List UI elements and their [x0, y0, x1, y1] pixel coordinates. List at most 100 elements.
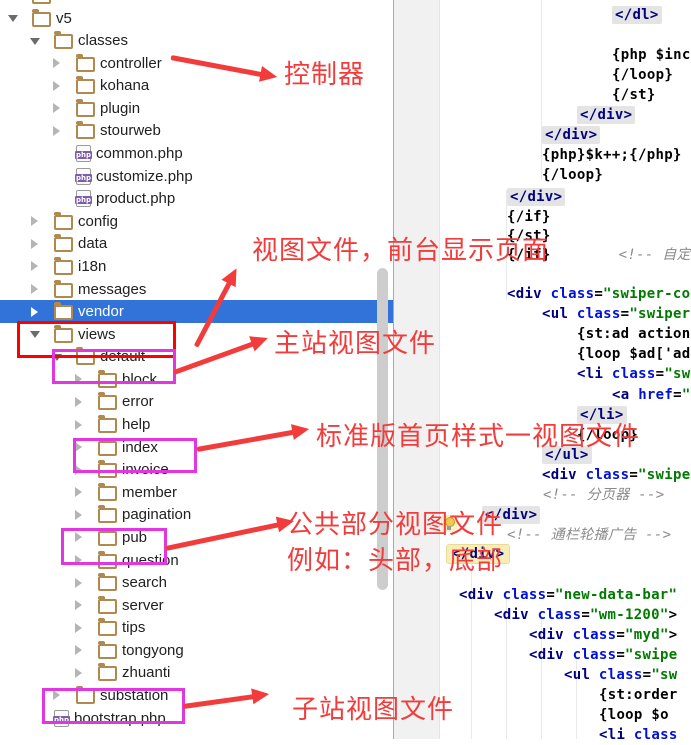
chevron-collapsed-icon[interactable]: [74, 668, 83, 678]
chevron-collapsed-icon[interactable]: [30, 307, 39, 317]
code-line[interactable]: <div class="new-data-bar": [459, 586, 677, 605]
tree-item-stourweb[interactable]: stourweb: [0, 119, 439, 142]
code-line[interactable]: <ul class="sw: [564, 666, 678, 685]
intention-bulb-icon[interactable]: [441, 515, 457, 532]
code-line[interactable]: <div class="swipe: [529, 646, 677, 665]
tree-item-label: v5: [56, 10, 72, 27]
code-line[interactable]: <div class="swipe: [542, 466, 690, 485]
code-line[interactable]: {st:order: [599, 686, 678, 705]
code-line[interactable]: </div>: [507, 188, 565, 207]
chevron-collapsed-icon[interactable]: [74, 397, 83, 407]
code-line[interactable]: {/loop}: [577, 426, 638, 445]
code-line[interactable]: <div class="swiper-co: [507, 285, 690, 304]
tree-item-server[interactable]: server: [0, 594, 461, 617]
chevron-collapsed-icon[interactable]: [74, 578, 83, 588]
tree-item-help[interactable]: help: [0, 413, 461, 436]
chevron-collapsed-icon[interactable]: [30, 284, 39, 294]
tree-item-plugin[interactable]: plugin: [0, 97, 439, 120]
tree-item-tips[interactable]: tips: [0, 616, 461, 639]
tree-item-question[interactable]: question: [0, 549, 461, 572]
tree-scrollbar-thumb[interactable]: [377, 268, 388, 590]
tree-item-vendor[interactable]: vendor: [0, 300, 417, 323]
folder-icon: [98, 395, 117, 410]
code-line[interactable]: <!-- 通栏轮播广告 -->: [507, 526, 671, 545]
tree-item-invoice[interactable]: invoice: [0, 458, 461, 481]
chevron-collapsed-icon[interactable]: [52, 58, 61, 68]
tree-item-label: views: [78, 326, 116, 343]
chevron-expanded-icon[interactable]: [52, 352, 61, 362]
chevron-expanded-icon[interactable]: [30, 329, 39, 339]
chevron-collapsed-icon[interactable]: [74, 374, 83, 384]
chevron-collapsed-icon[interactable]: [52, 103, 61, 113]
code-line[interactable]: {loop $ad['ad: [577, 345, 690, 364]
tree-item-zhuanti[interactable]: zhuanti: [0, 661, 461, 684]
chevron-collapsed-icon[interactable]: [52, 126, 61, 136]
code-line[interactable]: {/st}: [507, 227, 551, 246]
code-token: class: [538, 607, 582, 623]
code-line[interactable]: </div>: [482, 506, 540, 525]
code-line[interactable]: </ul>: [542, 446, 592, 465]
tree-item-default[interactable]: default: [0, 345, 439, 368]
chevron-collapsed-icon[interactable]: [74, 420, 83, 430]
chevron-expanded-icon[interactable]: [8, 13, 17, 23]
code-line[interactable]: </div>: [447, 545, 509, 564]
tree-item-i18n[interactable]: i18n: [0, 255, 417, 278]
tree-item-search[interactable]: search: [0, 571, 461, 594]
chevron-collapsed-icon[interactable]: [74, 623, 83, 633]
chevron-collapsed-icon[interactable]: [74, 555, 83, 565]
tree-item-pub[interactable]: pub: [0, 526, 461, 549]
chevron-collapsed-icon[interactable]: [30, 216, 39, 226]
code-line[interactable]: {st:ad action: [577, 325, 690, 344]
tree-item-bootstrap-php[interactable]: bootstrap.php: [0, 707, 417, 730]
code-line[interactable]: </dl>: [612, 6, 662, 25]
tree-item-block[interactable]: block: [0, 368, 461, 391]
tree-item-pagination[interactable]: pagination: [0, 503, 461, 526]
code-line[interactable]: <div class="wm-1200">: [494, 606, 677, 625]
tree-item-index[interactable]: index: [0, 436, 461, 459]
code-line[interactable]: {php}$k++;{/php}: [542, 146, 682, 165]
tree-item-messages[interactable]: messages: [0, 278, 417, 301]
chevron-collapsed-icon[interactable]: [74, 442, 83, 452]
code-line[interactable]: <div class="myd">: [529, 626, 677, 645]
code-line[interactable]: <a href=": [612, 386, 691, 405]
code-line[interactable]: </div>: [542, 126, 600, 145]
code-line[interactable]: {/if}<!-- 自定: [507, 246, 691, 265]
tree-item-member[interactable]: member: [0, 481, 461, 504]
code-line[interactable]: {/loop}: [542, 166, 603, 185]
tree-item-product-php[interactable]: product.php: [0, 187, 439, 210]
chevron-collapsed-icon[interactable]: [52, 81, 61, 91]
chevron-collapsed-icon[interactable]: [74, 465, 83, 475]
chevron-collapsed-icon[interactable]: [52, 690, 61, 700]
chevron-collapsed-icon[interactable]: [74, 487, 83, 497]
code-line[interactable]: <li class="sw: [577, 365, 691, 384]
tree-item-config[interactable]: config: [0, 210, 417, 233]
code-line[interactable]: {php $inc: [612, 46, 691, 65]
tree-item-data[interactable]: data: [0, 232, 417, 255]
tree-item-customize-php[interactable]: customize.php: [0, 165, 439, 188]
tree-item-tongyong[interactable]: tongyong: [0, 639, 461, 662]
code-line[interactable]: {/if}: [507, 208, 551, 227]
tree-item-controller[interactable]: controller: [0, 52, 439, 75]
tree-item-error[interactable]: error: [0, 390, 461, 413]
tree-item-views[interactable]: views: [0, 323, 417, 346]
tree-item-kohana[interactable]: kohana: [0, 74, 439, 97]
code-line[interactable]: <li class: [599, 726, 678, 745]
chevron-collapsed-icon[interactable]: [74, 645, 83, 655]
chevron-collapsed-icon[interactable]: [74, 510, 83, 520]
code-line[interactable]: <ul class="swiper: [542, 305, 690, 324]
tree-item-classes[interactable]: classes: [0, 29, 417, 52]
chevron-collapsed-icon[interactable]: [30, 261, 39, 271]
tree-item-substation[interactable]: substation: [0, 684, 439, 707]
code-line[interactable]: </div>: [577, 106, 635, 125]
chevron-collapsed-icon[interactable]: [30, 239, 39, 249]
code-line[interactable]: {/st}: [612, 86, 656, 105]
code-line[interactable]: {loop $o: [599, 706, 669, 725]
code-line[interactable]: {/loop}: [612, 66, 673, 85]
chevron-expanded-icon[interactable]: [30, 36, 39, 46]
code-line[interactable]: <!-- 分页器 -->: [543, 486, 664, 505]
tree-item-common-php[interactable]: common.php: [0, 142, 439, 165]
code-line[interactable]: </li>: [577, 406, 627, 425]
chevron-collapsed-icon[interactable]: [74, 600, 83, 610]
tree-item-v5[interactable]: v5: [0, 7, 395, 30]
chevron-collapsed-icon[interactable]: [74, 532, 83, 542]
